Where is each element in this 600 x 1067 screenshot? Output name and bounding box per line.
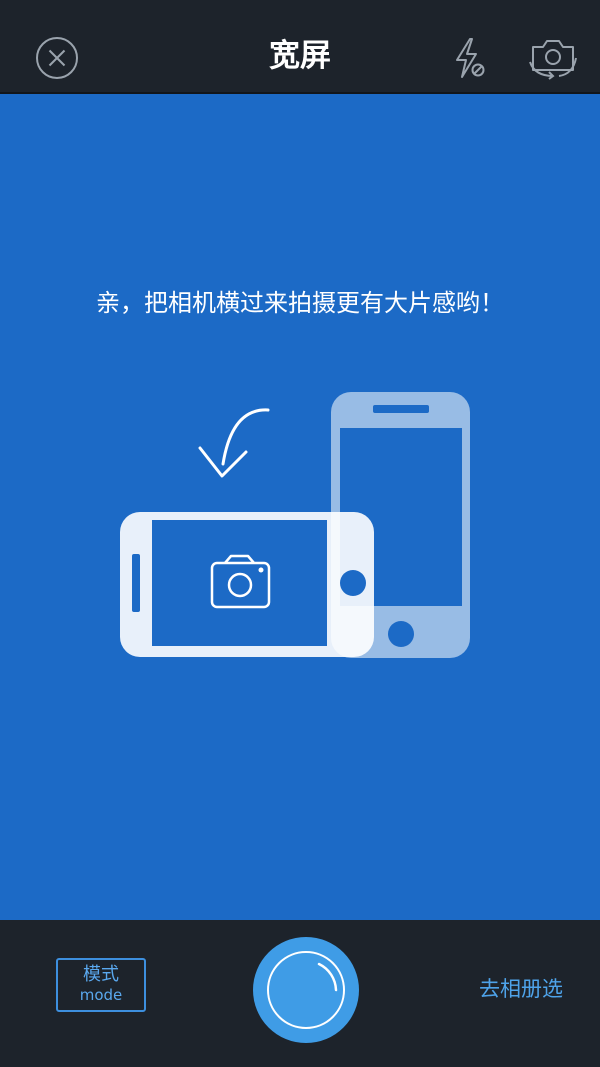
choose-from-album-link[interactable]: 去相册选 [466,974,576,1004]
shutter-icon [267,951,345,1029]
rotate-hint-text: 亲，把相机横过来拍摄更有大片感哟！ [96,289,504,317]
flash-off-icon[interactable] [448,36,490,80]
mode-label-cn: 模式 [83,964,119,985]
shutter-button[interactable] [253,937,359,1043]
rotate-phone-illustration [120,392,470,658]
phone-landscape-icon [120,512,374,657]
camera-switch-icon[interactable] [527,36,579,80]
mode-button[interactable]: 模式 mode [56,958,146,1012]
page-title: 宽屏 [269,38,331,74]
mode-label-en: mode [79,986,123,1004]
top-bar: 宽屏 [0,0,600,94]
rotate-arrow-icon [198,408,270,478]
